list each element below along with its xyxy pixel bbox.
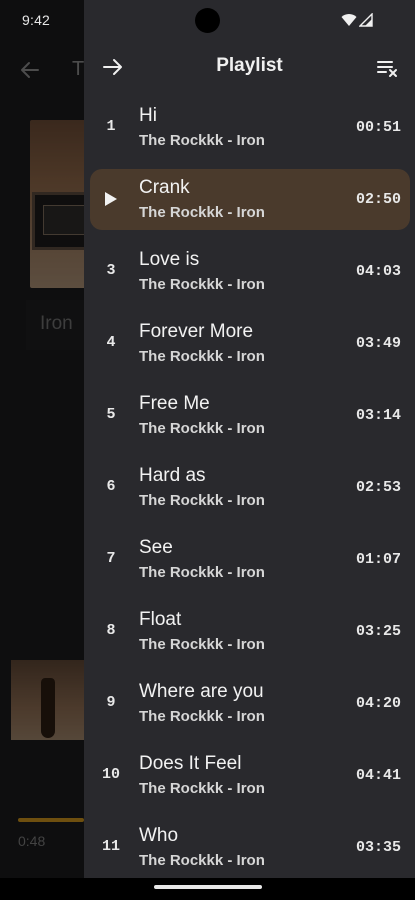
track-row-playing[interactable]: Crank The Rockkk - Iron 02:50 <box>84 164 415 236</box>
track-number: 1 <box>106 118 116 135</box>
track-number: 5 <box>106 406 116 423</box>
track-title: See <box>139 537 173 558</box>
track-row[interactable]: 4 Forever More The Rockkk - Iron 03:49 <box>84 308 415 380</box>
track-duration: 04:20 <box>355 695 401 712</box>
track-title: Free Me <box>139 393 210 414</box>
status-time: 9:42 <box>22 12 51 28</box>
track-title: Hard as <box>139 465 206 486</box>
track-duration: 01:07 <box>355 551 401 568</box>
status-icons <box>341 12 373 32</box>
playlist-header: Playlist <box>84 42 415 92</box>
track-artist-album: The Rockkk - Iron <box>139 636 265 653</box>
track-duration: 02:50 <box>355 191 401 208</box>
track-artist-album: The Rockkk - Iron <box>139 780 265 797</box>
screen: T Iron 0:48 9:42 Playlist 1 Hi The Rockk… <box>0 0 415 900</box>
track-row[interactable]: 3 Love is The Rockkk - Iron 04:03 <box>84 236 415 308</box>
track-duration: 00:51 <box>355 119 401 136</box>
track-duration: 02:53 <box>355 479 401 496</box>
track-title: Love is <box>139 249 200 270</box>
track-row[interactable]: 7 See The Rockkk - Iron 01:07 <box>84 524 415 596</box>
track-title: Float <box>139 609 182 630</box>
track-artist-album: The Rockkk - Iron <box>139 204 265 221</box>
track-title: Crank <box>139 177 190 198</box>
track-number: 8 <box>106 622 116 639</box>
track-artist-album: The Rockkk - Iron <box>139 564 265 581</box>
track-number: 11 <box>101 838 120 855</box>
track-duration: 03:49 <box>355 335 401 352</box>
track-number: 9 <box>106 694 116 711</box>
track-artist-album: The Rockkk - Iron <box>139 492 265 509</box>
track-number: 10 <box>101 766 120 783</box>
track-duration: 03:14 <box>355 407 401 424</box>
clear-queue-icon[interactable] <box>375 55 401 81</box>
track-artist-album: The Rockkk - Iron <box>139 132 265 149</box>
track-artist-album: The Rockkk - Iron <box>139 852 265 869</box>
track-number: 4 <box>106 334 116 351</box>
track-duration: 03:35 <box>355 839 401 856</box>
track-row[interactable]: 5 Free Me The Rockkk - Iron 03:14 <box>84 380 415 452</box>
playlist-drawer: Playlist 1 Hi The Rockkk - Iron 00:51 Crank T… <box>84 0 415 878</box>
track-duration: 03:25 <box>355 623 401 640</box>
track-artist-album: The Rockkk - Iron <box>139 708 265 725</box>
cellular-signal-icon <box>358 12 373 32</box>
track-artist-album: The Rockkk - Iron <box>139 348 265 365</box>
track-artist-album: The Rockkk - Iron <box>139 420 265 437</box>
track-title: Does It Feel <box>139 753 242 774</box>
track-duration: 04:03 <box>355 263 401 280</box>
wifi-icon <box>341 13 357 32</box>
status-bar: 9:42 <box>0 0 415 42</box>
home-gesture-handle[interactable] <box>154 885 262 889</box>
track-title: Hi <box>139 105 157 126</box>
track-title: Where are you <box>139 681 264 702</box>
track-row[interactable]: 6 Hard as The Rockkk - Iron 02:53 <box>84 452 415 524</box>
track-row[interactable]: 10 Does It Feel The Rockkk - Iron 04:41 <box>84 740 415 812</box>
track-duration: 04:41 <box>355 767 401 784</box>
track-row[interactable]: 11 Who The Rockkk - Iron 03:35 <box>84 812 415 884</box>
play-icon <box>104 191 118 212</box>
track-number: 6 <box>106 478 116 495</box>
playlist-title: Playlist <box>216 55 283 76</box>
track-row[interactable]: 8 Float The Rockkk - Iron 03:25 <box>84 596 415 668</box>
track-row[interactable]: 9 Where are you The Rockkk - Iron 04:20 <box>84 668 415 740</box>
track-row[interactable]: 1 Hi The Rockkk - Iron 00:51 <box>84 92 415 164</box>
track-list: 1 Hi The Rockkk - Iron 00:51 Crank The Rockkk… <box>84 92 415 884</box>
track-title: Who <box>139 825 179 846</box>
camera-cutout <box>195 8 220 33</box>
track-number: 3 <box>106 262 116 279</box>
track-title: Forever More <box>139 321 254 342</box>
navigation-bar <box>0 878 415 900</box>
track-artist-album: The Rockkk - Iron <box>139 276 265 293</box>
track-number: 7 <box>106 550 116 567</box>
